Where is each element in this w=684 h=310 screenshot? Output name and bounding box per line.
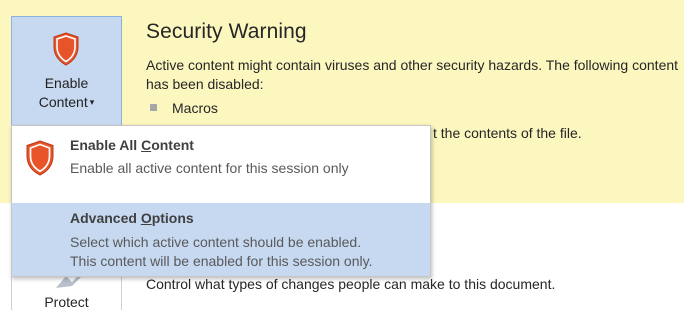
protect-description: Control what types of changes people can…: [146, 276, 556, 292]
bullet-icon: [150, 104, 157, 111]
enable-content-label-line1: Enable: [44, 75, 89, 91]
shield-icon: [26, 140, 54, 176]
enable-content-label-line2: Content ▾: [38, 94, 95, 110]
enable-content-button[interactable]: Enable Content ▾: [11, 16, 122, 130]
menu-item-advanced-options[interactable]: Advanced Options Select which active con…: [12, 203, 430, 276]
menu-item-title: Enable All Content: [70, 137, 194, 153]
menu-item-description-line1: Select which active content should be en…: [70, 234, 362, 250]
security-warning-description: Active content might contain viruses and…: [146, 57, 679, 92]
enable-content-dropdown: Enable All Content Enable all active con…: [11, 125, 431, 277]
chevron-down-icon: ▾: [89, 97, 95, 107]
menu-item-enable-all-content[interactable]: Enable All Content Enable all active con…: [12, 126, 430, 198]
backstage-info-view: Enable Content ▾ Security Warning Active …: [0, 0, 684, 310]
protect-label: Protect: [44, 294, 89, 310]
menu-item-description: Enable all active content for this sessi…: [70, 160, 349, 176]
disabled-item-macros: Macros: [150, 100, 218, 116]
security-warning-partial-text: t the contents of the file.: [433, 125, 582, 141]
shield-icon: [53, 32, 79, 66]
security-warning-title: Security Warning: [146, 20, 307, 43]
menu-item-title: Advanced Options: [70, 210, 194, 226]
menu-item-description-line2: This content will be enabled for this se…: [70, 253, 373, 269]
